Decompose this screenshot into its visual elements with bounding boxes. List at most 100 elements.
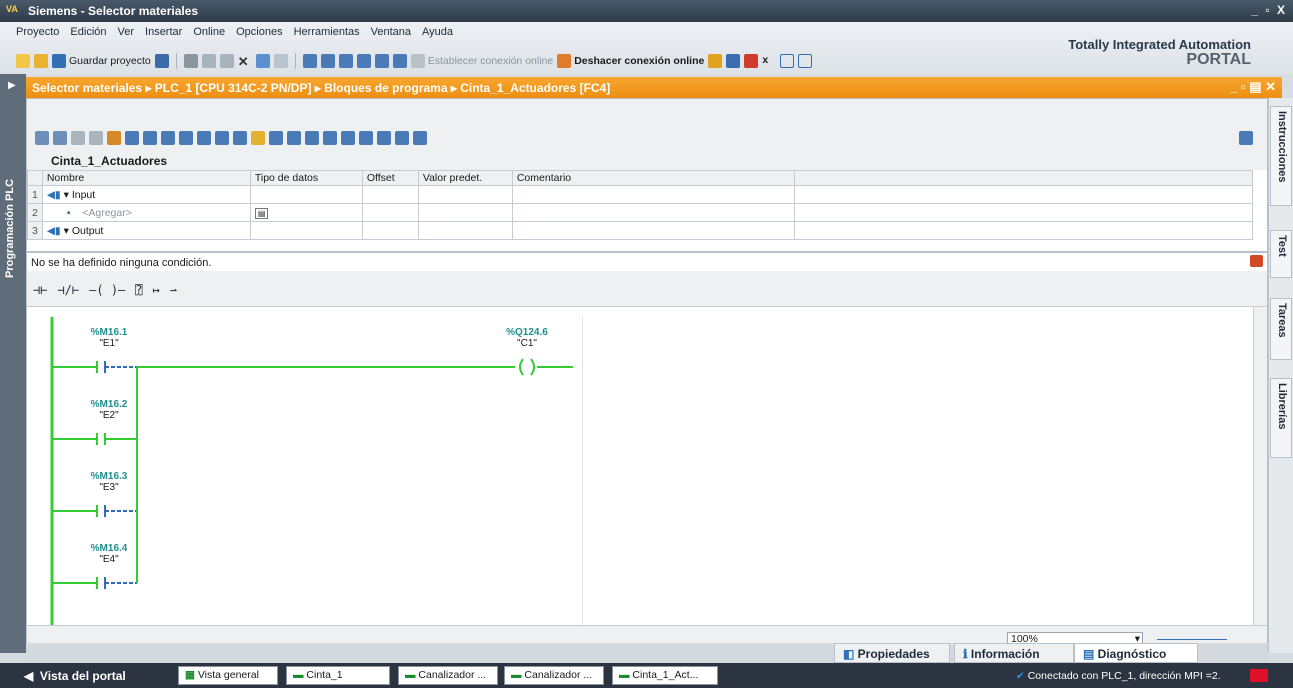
breakpoint-icon[interactable] [323, 131, 337, 145]
compare-icon[interactable] [395, 131, 409, 145]
tab-instrucciones[interactable]: Instrucciones [1270, 106, 1292, 206]
menu-online[interactable]: Online [193, 26, 225, 38]
open-project-icon[interactable] [34, 54, 48, 68]
contact-e1[interactable] [96, 361, 137, 373]
no-contact-icon[interactable]: ⊣⊢ [33, 283, 47, 297]
cross-reference-icon[interactable]: x [762, 54, 776, 68]
insert-network-icon[interactable] [35, 131, 49, 145]
close-all-networks-icon[interactable] [143, 131, 157, 145]
task-cinta-1-act[interactable]: ▬ Cinta_1_Act... [612, 666, 718, 685]
vertical-scrollbar[interactable] [1253, 307, 1267, 627]
col-tipo-datos[interactable]: Tipo de datos [249, 170, 363, 186]
plc-programming-tab[interactable]: Programación PLC [0, 98, 26, 653]
contact-e2[interactable] [96, 433, 137, 445]
simulation-icon[interactable] [356, 54, 371, 68]
contact-e4[interactable] [96, 577, 137, 589]
comment-icon[interactable] [71, 131, 85, 145]
menu-ayuda[interactable]: Ayuda [422, 26, 453, 38]
data-type-dropdown-icon[interactable]: ▤ [254, 207, 269, 219]
accessible-devices-icon[interactable] [392, 54, 407, 68]
go-to-error-icon[interactable] [251, 131, 265, 145]
empty-box-icon[interactable]: ⍰ [135, 283, 142, 297]
upload-icon[interactable] [338, 54, 353, 68]
row-name-output[interactable]: ◀▮ ▾ Output [41, 221, 251, 240]
split-vertical-icon[interactable] [798, 54, 813, 68]
contact-e3[interactable] [96, 505, 137, 517]
block-properties-icon[interactable] [413, 131, 427, 145]
copy-icon[interactable] [201, 54, 216, 68]
zoom-slider[interactable] [1157, 636, 1227, 640]
uncomment-icon[interactable] [89, 131, 103, 145]
undo-icon[interactable] [255, 54, 270, 68]
stop-cpu-icon[interactable] [726, 54, 741, 68]
breadcrumb-path[interactable]: Selector materiales ▸ PLC_1 [CPU 314C-2 … [32, 81, 610, 95]
save-project-button[interactable]: Guardar proyecto [52, 54, 151, 68]
table-row[interactable]: 3 ◀▮ ▾ Output [27, 221, 1253, 240]
start-cpu-icon[interactable] [744, 54, 759, 68]
diagnostics-icon[interactable] [708, 54, 723, 68]
tab-propiedades[interactable]: ◧ Propiedades [834, 643, 950, 663]
conditions-icon[interactable] [1250, 255, 1263, 267]
redo-icon[interactable] [273, 54, 288, 68]
tab-tareas[interactable]: Tareas [1270, 298, 1292, 360]
menu-opciones[interactable]: Opciones [236, 26, 282, 38]
open-branch-icon[interactable]: ↦ [153, 283, 160, 297]
show-favorites-icon[interactable] [233, 131, 247, 145]
window-controls[interactable]: _ ▫ X [1251, 3, 1287, 17]
favorites-icon[interactable] [107, 131, 121, 145]
menu-insertar[interactable]: Insertar [145, 26, 182, 38]
step-over-icon[interactable] [341, 131, 355, 145]
connect-online-button[interactable]: Establecer conexión online [410, 54, 553, 68]
menu-ver[interactable]: Ver [118, 26, 135, 38]
col-nombre[interactable]: Nombre [41, 170, 251, 186]
table-row[interactable]: 2 ▪ <Agregar> ▤ [27, 203, 1253, 222]
menu-proyecto[interactable]: Proyecto [16, 26, 59, 38]
task-canalizador-1[interactable]: ▬ Canalizador ... [398, 666, 498, 685]
print-icon[interactable] [154, 54, 169, 68]
col-offset[interactable]: Offset [361, 170, 419, 186]
tab-test[interactable]: Test [1270, 230, 1292, 278]
close-branch-icon[interactable]: ⇀ [170, 283, 177, 297]
force-icon[interactable] [305, 131, 319, 145]
open-all-networks-icon[interactable] [125, 131, 139, 145]
zoom-in-icon[interactable] [197, 131, 211, 145]
col-valor-predet[interactable]: Valor predet. [417, 170, 513, 186]
coil-c1[interactable] [519, 358, 535, 376]
left-strip-arrow[interactable]: ▶ [0, 74, 26, 98]
paste-icon[interactable] [219, 54, 234, 68]
delete-icon[interactable]: ✕ [238, 54, 252, 69]
table-row[interactable]: 1 ◀▮ ▾ Input [27, 185, 1253, 204]
split-horizontal-icon[interactable] [780, 54, 795, 68]
col-comentario[interactable]: Comentario [511, 170, 795, 186]
new-project-icon[interactable] [16, 54, 30, 68]
zoom-out-icon[interactable] [215, 131, 229, 145]
interface-toggle-icon[interactable] [1239, 131, 1253, 145]
menu-ventana[interactable]: Ventana [371, 26, 411, 38]
disconnect-online-button[interactable]: Deshacer conexión online [557, 54, 704, 68]
task-canalizador-2[interactable]: ▬ Canalizador ... [504, 666, 604, 685]
add-row-placeholder[interactable]: ▪ <Agregar> [41, 203, 251, 222]
task-vista-general[interactable]: ▦ Vista general [178, 666, 278, 685]
tab-librerias[interactable]: Librerías [1270, 378, 1292, 458]
editor-window-controls[interactable]: _ ▫ ▤ ✕ [1230, 79, 1276, 95]
cut-icon[interactable] [183, 54, 198, 68]
compile-icon[interactable] [302, 54, 317, 68]
delete-network-icon[interactable] [53, 131, 67, 145]
coil-icon[interactable]: –( )– [89, 283, 125, 297]
call-environment-icon[interactable] [377, 131, 391, 145]
tab-informacion[interactable]: ℹ Información [954, 643, 1074, 663]
menu-edicion[interactable]: Edición [70, 26, 106, 38]
monitoring-icon[interactable] [269, 131, 283, 145]
tab-diagnostico[interactable]: ▤ Diagnóstico [1074, 643, 1198, 663]
portal-view-button[interactable]: ◀ Vista del portal [24, 669, 126, 683]
nc-contact-icon[interactable]: ⊣/⊢ [57, 283, 79, 297]
step-into-icon[interactable] [359, 131, 373, 145]
download-icon[interactable] [320, 54, 335, 68]
monitor-icon[interactable] [374, 54, 389, 68]
modify-value-icon[interactable] [287, 131, 301, 145]
task-cinta-1[interactable]: ▬ Cinta_1 [286, 666, 390, 685]
row-name-input[interactable]: ◀▮ ▾ Input [41, 185, 251, 204]
network-comments-icon[interactable] [161, 131, 175, 145]
absolute-operands-icon[interactable] [179, 131, 193, 145]
menu-herramientas[interactable]: Herramientas [294, 26, 360, 38]
